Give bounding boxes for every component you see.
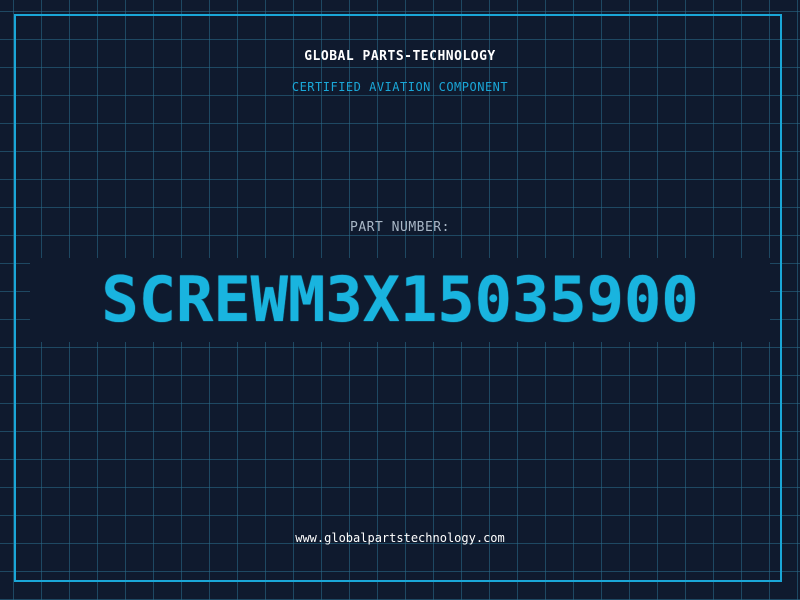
grid-background: GLOBAL PARTS-TECHNOLOGY CERTIFIED AVIATI… (0, 0, 800, 600)
certification-subtitle: CERTIFIED AVIATION COMPONENT (291, 80, 509, 94)
part-number-value: SCREWM3X15035900 (101, 263, 699, 336)
part-number-label: PART NUMBER: (350, 220, 450, 235)
website-url: www.globalpartstechnology.com (295, 531, 505, 545)
company-name: GLOBAL PARTS-TECHNOLOGY (304, 49, 496, 64)
